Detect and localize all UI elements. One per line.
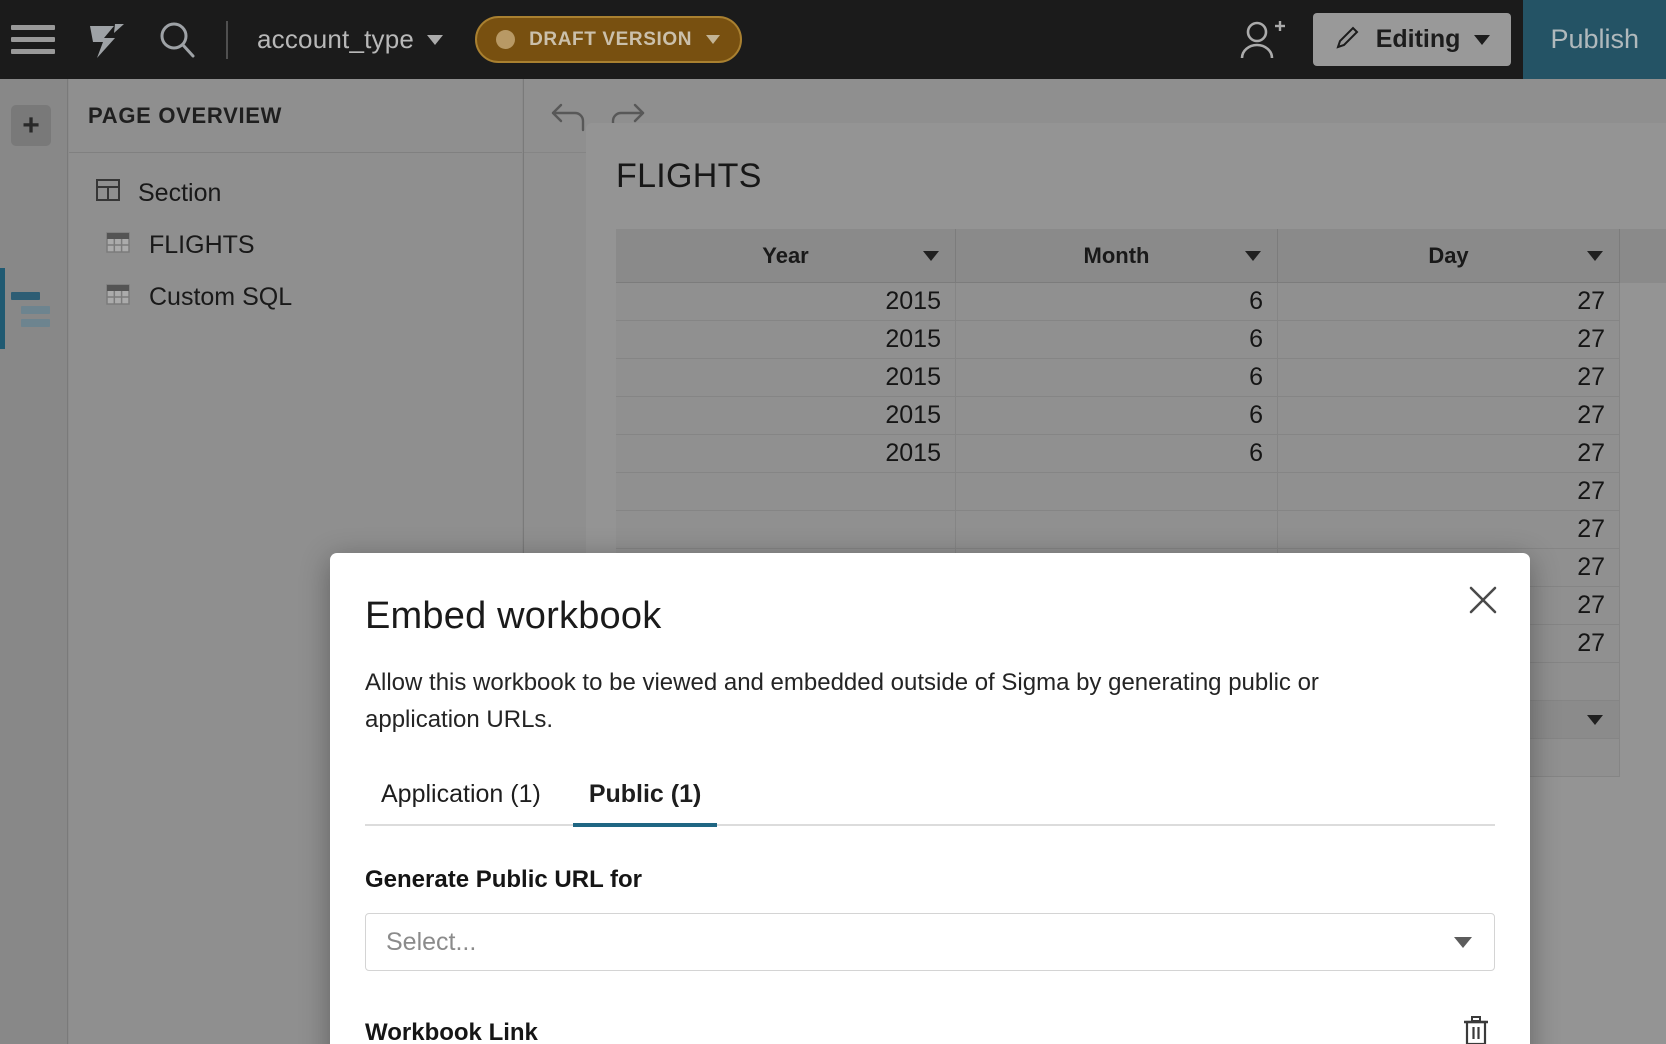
select-placeholder: Select... — [386, 927, 477, 956]
modal-title: Embed workbook — [365, 595, 662, 637]
modal-description: Allow this workbook to be viewed and emb… — [365, 669, 1319, 734]
generate-public-url-select[interactable]: Select... — [365, 913, 1495, 972]
tab-public[interactable]: Public (1) — [572, 772, 718, 828]
app-root: account_type DRAFT VERSION Editing Publi… — [0, 0, 1666, 1044]
embed-workbook-modal: Embed workbook Allow this workbook to be… — [330, 553, 1530, 1044]
trash-icon[interactable] — [1461, 1015, 1495, 1044]
chevron-down-icon — [1454, 937, 1472, 949]
modal-body: Embed workbook Allow this workbook to be… — [330, 553, 1530, 1044]
modal-tabs: Application (1) Public (1) — [365, 772, 1495, 828]
workbook-link-label: Workbook Link — [365, 1019, 538, 1044]
generate-public-url-label: Generate Public URL for — [365, 866, 642, 894]
close-icon[interactable] — [1460, 577, 1506, 623]
workbook-link-row: Workbook Link — [365, 1015, 1495, 1044]
tab-application[interactable]: Application (1) — [365, 772, 557, 827]
